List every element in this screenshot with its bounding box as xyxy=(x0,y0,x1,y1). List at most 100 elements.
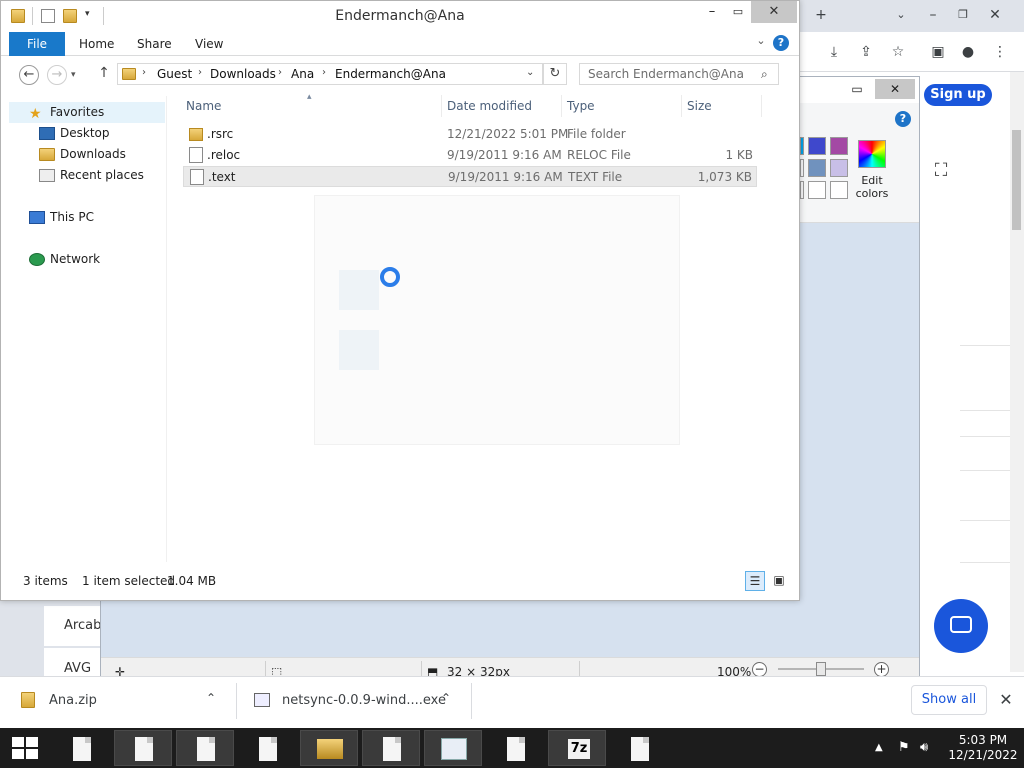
browser-menu-icon[interactable]: ⋮ xyxy=(990,42,1010,62)
search-icon[interactable]: ⌕ xyxy=(761,67,775,81)
chevron-right-icon[interactable]: › xyxy=(142,67,146,78)
share-icon[interactable]: ⇪ xyxy=(856,42,876,62)
forward-button[interactable]: → xyxy=(47,65,67,85)
sidebar-item-recent-places[interactable]: Recent places xyxy=(9,165,165,186)
app-tile-icon[interactable] xyxy=(339,270,379,310)
action-center-flag-icon[interactable]: ⚑ xyxy=(898,740,910,755)
breadcrumb-item[interactable]: Downloads xyxy=(210,67,276,81)
column-header-size[interactable]: Size xyxy=(687,99,712,113)
chevron-right-icon[interactable]: › xyxy=(278,67,282,78)
page-scrollbar-thumb[interactable] xyxy=(1012,130,1021,230)
browser-tab-strip: + ⌄ – ❐ ✕ xyxy=(790,0,1024,32)
tab-search-chevron-icon[interactable]: ⌄ xyxy=(886,4,916,26)
divider[interactable] xyxy=(441,95,442,117)
back-button[interactable]: ← xyxy=(19,65,39,85)
volume-icon[interactable]: 🔊︎ xyxy=(920,740,928,755)
sign-up-button[interactable]: Sign up xyxy=(924,84,992,106)
sidebar-item-network[interactable]: Network xyxy=(9,249,165,270)
browser-minimize-button[interactable]: – xyxy=(918,4,948,26)
table-row[interactable]: .reloc 9/19/2011 9:16 AM RELOC File 1 KB xyxy=(183,145,757,166)
edit-colors-icon[interactable] xyxy=(858,140,886,168)
maximize-button[interactable]: ▭ xyxy=(723,1,753,23)
tab-view[interactable]: View xyxy=(195,37,223,51)
sidebar-item-favorites[interactable]: ★ Favorites xyxy=(9,102,165,123)
color-swatch[interactable] xyxy=(800,159,804,177)
chevron-right-icon[interactable]: › xyxy=(198,67,202,78)
new-tab-button[interactable]: + xyxy=(806,4,836,26)
table-row[interactable]: .text 9/19/2011 9:16 AM TEXT File 1,073 … xyxy=(183,166,757,187)
sidebar-item-desktop[interactable]: Desktop xyxy=(9,123,165,144)
close-download-bar-icon[interactable]: ✕ xyxy=(996,690,1016,710)
color-swatch[interactable] xyxy=(808,181,826,199)
show-all-button[interactable]: Show all xyxy=(911,685,987,715)
color-swatch[interactable] xyxy=(800,181,804,199)
close-button[interactable]: ✕ xyxy=(751,1,797,23)
zoom-out-button[interactable]: − xyxy=(752,662,767,677)
profile-avatar-icon[interactable]: ● xyxy=(958,42,978,62)
windows-start-icon[interactable] xyxy=(12,737,38,759)
address-dropdown-chevron-icon[interactable]: ⌄ xyxy=(526,67,534,78)
column-header-name[interactable]: Name xyxy=(186,99,221,113)
expand-ribbon-chevron-icon[interactable]: ⌄ xyxy=(753,34,769,52)
system-clock[interactable]: 5:03 PM 12/21/2022 xyxy=(948,733,1018,763)
taskbar-app[interactable] xyxy=(114,730,172,766)
column-header-type[interactable]: Type xyxy=(567,99,595,113)
bookmark-star-icon[interactable]: ☆ xyxy=(888,42,908,62)
tab-file[interactable]: File xyxy=(9,32,65,56)
download-item[interactable]: Ana.zip ⌃ xyxy=(0,677,236,725)
sidebar-item-this-pc[interactable]: This PC xyxy=(9,207,165,228)
select-tool-icon[interactable]: ⛶ xyxy=(930,160,952,182)
app-tile-icon[interactable] xyxy=(339,330,379,370)
column-header-date[interactable]: Date modified xyxy=(447,99,532,113)
color-swatch[interactable] xyxy=(808,159,826,177)
taskbar-app-7zip[interactable]: 7z xyxy=(548,730,606,766)
chevron-up-icon[interactable]: ⌃ xyxy=(206,691,216,705)
help-icon[interactable]: ? xyxy=(773,35,789,51)
breadcrumb-item[interactable]: Ana xyxy=(291,67,314,81)
up-arrow-icon[interactable]: ↑ xyxy=(97,65,111,83)
address-bar[interactable]: › Guest › Downloads › Ana › Endermanch@A… xyxy=(117,63,543,85)
taskbar-app[interactable] xyxy=(362,730,420,766)
zoom-slider-thumb[interactable] xyxy=(816,662,826,676)
taskbar-app[interactable] xyxy=(52,730,110,766)
paint-close-button[interactable]: ✕ xyxy=(875,79,915,99)
recent-locations-chevron-icon[interactable]: ▾ xyxy=(71,70,76,80)
taskbar-app-paint[interactable] xyxy=(424,730,482,766)
edit-colors-label[interactable]: Edit colors xyxy=(848,174,896,200)
divider[interactable] xyxy=(681,95,682,117)
chevron-up-icon[interactable]: ⌃ xyxy=(441,691,451,705)
zoom-in-button[interactable]: + xyxy=(874,662,889,677)
search-input[interactable]: Search Endermanch@Ana xyxy=(579,63,779,85)
taskbar-app[interactable] xyxy=(176,730,234,766)
chevron-right-icon[interactable]: › xyxy=(322,67,326,78)
color-swatch[interactable] xyxy=(830,137,848,155)
color-swatch[interactable] xyxy=(830,159,848,177)
paint-help-icon[interactable]: ? xyxy=(895,111,911,127)
divider[interactable] xyxy=(761,95,762,117)
taskbar-app-file-explorer[interactable] xyxy=(300,730,358,766)
color-swatch[interactable] xyxy=(800,137,804,155)
download-icon[interactable]: ⤓ xyxy=(824,42,844,62)
color-swatch[interactable] xyxy=(830,181,848,199)
breadcrumb-item[interactable]: Endermanch@Ana xyxy=(335,67,446,81)
table-row[interactable]: .rsrc 12/21/2022 5:01 PM File folder xyxy=(183,124,757,145)
taskbar-app[interactable] xyxy=(486,730,544,766)
taskbar-app[interactable] xyxy=(238,730,296,766)
paint-maximize-button[interactable]: ▭ xyxy=(837,79,877,99)
taskbar-app[interactable] xyxy=(610,730,668,766)
divider[interactable] xyxy=(561,95,562,117)
browser-restore-button[interactable]: ❐ xyxy=(948,4,978,26)
color-swatch[interactable] xyxy=(808,137,826,155)
show-hidden-icons-chevron-icon[interactable]: ▲ xyxy=(875,742,883,753)
large-icons-view-icon[interactable]: ▣ xyxy=(769,571,789,591)
tab-share[interactable]: Share xyxy=(137,37,172,51)
refresh-button[interactable]: ↻ xyxy=(543,63,567,85)
chat-widget-button[interactable] xyxy=(934,599,988,653)
tab-home[interactable]: Home xyxy=(79,37,114,51)
browser-close-button[interactable]: ✕ xyxy=(980,4,1010,26)
breadcrumb-item[interactable]: Guest xyxy=(157,67,192,81)
side-panel-icon[interactable]: ▣ xyxy=(928,42,948,62)
details-view-icon[interactable]: ☰ xyxy=(745,571,765,591)
sidebar-item-downloads[interactable]: Downloads xyxy=(9,144,165,165)
download-item[interactable]: netsync-0.0.9-wind....exe ⌃ xyxy=(237,677,471,725)
